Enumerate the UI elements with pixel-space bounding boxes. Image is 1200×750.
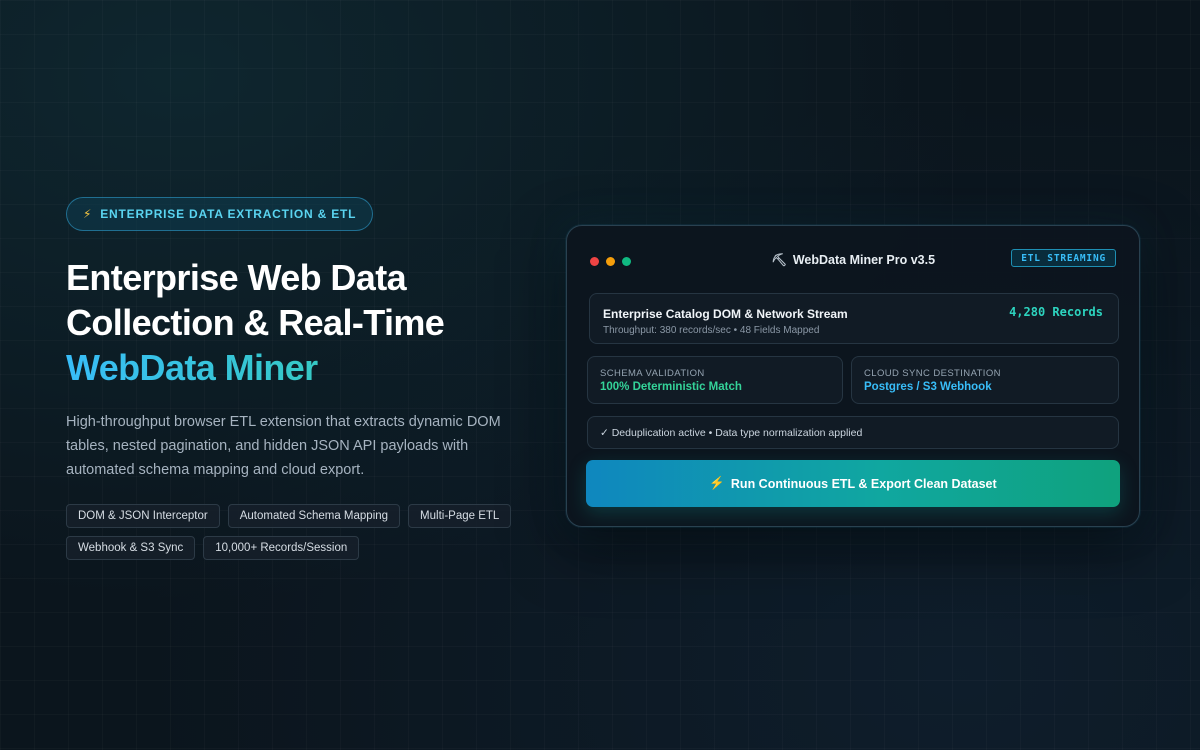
- feature-tag: DOM & JSON Interceptor: [66, 504, 220, 528]
- schema-validation-card: SCHEMA VALIDATION 100% Deterministic Mat…: [587, 356, 843, 404]
- feature-tag: Webhook & S3 Sync: [66, 536, 196, 560]
- feature-tag: Automated Schema Mapping: [227, 504, 401, 528]
- hero-title-accent: WebData Miner: [66, 345, 536, 390]
- app-window-preview: ⛏ WebData Miner Pro v3.5 ETL STREAMING En…: [566, 225, 1140, 527]
- schema-validation-value: 100% Deterministic Match: [600, 381, 742, 393]
- pickaxe-icon: ⛏: [770, 253, 787, 267]
- schema-validation-label: SCHEMA VALIDATION: [600, 368, 705, 379]
- hero-section: ⚡ ENTERPRISE DATA EXTRACTION & ETL Enter…: [66, 197, 536, 560]
- record-count: 4,280 Records: [1009, 305, 1103, 319]
- stream-card: Enterprise Catalog DOM & Network Stream …: [589, 293, 1119, 344]
- stream-throughput: Throughput: 380 records/sec • 48 Fields …: [603, 325, 820, 336]
- feature-tags: DOM & JSON Interceptor Automated Schema …: [66, 504, 526, 560]
- hero-title-line1: Enterprise Web Data: [66, 257, 407, 298]
- cloud-sync-label: CLOUD SYNC DESTINATION: [864, 368, 1001, 379]
- stream-name: Enterprise Catalog DOM & Network Stream: [603, 307, 848, 321]
- lightning-icon: ⚡: [709, 476, 725, 490]
- category-badge-label: ENTERPRISE DATA EXTRACTION & ETL: [100, 207, 357, 221]
- run-etl-button[interactable]: ⚡ Run Continuous ETL & Export Clean Data…: [586, 460, 1120, 507]
- run-etl-button-label: Run Continuous ETL & Export Clean Datase…: [730, 476, 997, 491]
- hero-description: High-throughput browser ETL extension th…: [66, 414, 501, 478]
- lightning-icon: ⚡: [83, 207, 93, 221]
- dedup-status-card: ✓ Deduplication active • Data type norma…: [587, 416, 1119, 449]
- hero-title-line2: Collection & Real-Time: [66, 302, 445, 343]
- category-badge: ⚡ ENTERPRISE DATA EXTRACTION & ETL: [66, 197, 374, 231]
- window-title-text: WebData Miner Pro v3.5: [792, 253, 936, 267]
- hero-title: Enterprise Web Data Collection & Real-Ti…: [66, 255, 536, 390]
- window-header: ⛏ WebData Miner Pro v3.5 ETL STREAMING: [567, 226, 1139, 296]
- cloud-sync-card: CLOUD SYNC DESTINATION Postgres / S3 Web…: [851, 356, 1119, 404]
- feature-tag: Multi-Page ETL: [408, 504, 512, 528]
- feature-tag: 10,000+ Records/Session: [203, 536, 360, 560]
- status-badge: ETL STREAMING: [1011, 249, 1116, 267]
- dedup-status-text: ✓ Deduplication active • Data type norma…: [600, 427, 863, 439]
- cloud-sync-value: Postgres / S3 Webhook: [864, 381, 992, 393]
